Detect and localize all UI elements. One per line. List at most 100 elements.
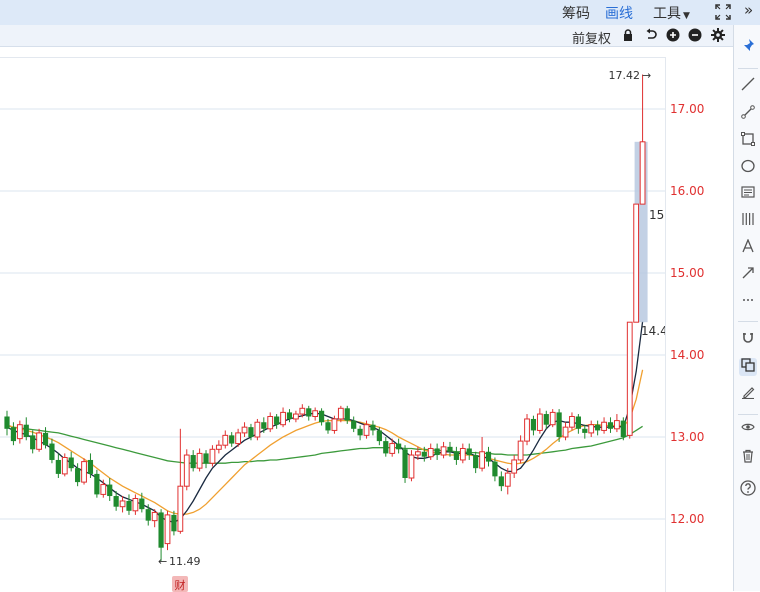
candle[interactable] <box>280 407 286 428</box>
candle[interactable] <box>16 420 23 444</box>
text-box-tool-icon[interactable] <box>739 185 757 203</box>
candle[interactable] <box>177 428 184 534</box>
candle[interactable] <box>440 441 447 459</box>
candle[interactable] <box>261 417 267 433</box>
adjust-mode-button[interactable]: 前复权 <box>572 28 611 47</box>
magnet-icon[interactable] <box>739 331 757 349</box>
candle[interactable] <box>23 417 29 441</box>
candle[interactable] <box>601 417 607 434</box>
candle[interactable] <box>498 471 504 492</box>
pin-icon[interactable] <box>739 38 757 56</box>
candle[interactable] <box>222 430 229 449</box>
arrow-tool-icon[interactable] <box>739 266 757 284</box>
candle[interactable] <box>119 496 126 513</box>
candle[interactable] <box>196 448 203 472</box>
candle[interactable] <box>94 469 100 498</box>
pencil-icon[interactable] <box>739 385 757 403</box>
candle[interactable] <box>396 438 402 454</box>
candle[interactable] <box>145 504 151 526</box>
candle[interactable] <box>402 445 408 483</box>
kline-chart[interactable]: 17.42 → ← 11.49 15.84-16.6 14.40-15.84 财 <box>0 58 665 592</box>
candle[interactable] <box>190 450 196 472</box>
candle[interactable] <box>633 203 640 323</box>
candle[interactable] <box>511 455 518 478</box>
candle[interactable] <box>607 417 614 433</box>
candle[interactable] <box>485 446 492 467</box>
candle[interactable] <box>36 428 43 452</box>
candle[interactable] <box>588 420 595 437</box>
candle[interactable] <box>504 468 511 495</box>
candle[interactable] <box>68 451 74 472</box>
candle[interactable] <box>351 416 357 433</box>
candle[interactable] <box>549 409 556 428</box>
candle[interactable] <box>306 405 312 421</box>
candle[interactable] <box>126 494 132 515</box>
candle[interactable] <box>267 412 274 433</box>
visibility-eye-icon[interactable] <box>739 420 757 438</box>
candle[interactable] <box>10 422 17 446</box>
fibonacci-tool-icon[interactable] <box>739 212 757 230</box>
candle[interactable] <box>229 432 235 447</box>
candle[interactable] <box>241 422 248 437</box>
text-tool-icon[interactable] <box>739 238 757 257</box>
candle[interactable] <box>524 414 530 446</box>
candle[interactable] <box>158 509 164 561</box>
candle[interactable] <box>620 417 626 441</box>
candle[interactable] <box>569 412 575 431</box>
candle[interactable] <box>626 321 633 439</box>
menu-chips[interactable]: 筹码 <box>562 3 590 23</box>
undo-icon[interactable] <box>644 28 658 42</box>
candle[interactable] <box>312 407 319 421</box>
zoom-in-icon[interactable] <box>666 28 680 42</box>
candle[interactable] <box>357 425 363 441</box>
candle[interactable] <box>337 405 344 423</box>
candle[interactable] <box>293 410 299 423</box>
more-tools-icon[interactable] <box>739 291 757 309</box>
segment-tool-icon[interactable] <box>739 105 757 123</box>
zoom-out-icon[interactable] <box>688 28 702 42</box>
candle[interactable] <box>453 446 459 465</box>
menu-tools[interactable]: 工具 ▼ <box>653 3 690 23</box>
candle[interactable] <box>517 435 524 464</box>
candle[interactable] <box>215 440 222 454</box>
fullscreen-icon[interactable] <box>714 3 732 21</box>
candle[interactable] <box>209 445 216 467</box>
candle[interactable] <box>562 422 569 441</box>
candle[interactable] <box>639 74 646 205</box>
candle[interactable] <box>183 449 190 491</box>
candle[interactable] <box>81 458 87 485</box>
candle[interactable] <box>434 443 440 460</box>
lock-icon[interactable] <box>621 28 635 42</box>
double-chevron-right-icon[interactable]: » <box>744 1 753 19</box>
candle[interactable] <box>318 408 325 426</box>
candle[interactable] <box>49 438 55 464</box>
candle[interactable] <box>30 430 36 454</box>
candle[interactable] <box>408 450 415 482</box>
ellipse-tool-icon[interactable] <box>739 159 757 177</box>
candle[interactable] <box>556 409 562 442</box>
line-tool-icon[interactable] <box>739 77 757 95</box>
copy-drawing-icon[interactable] <box>739 358 757 376</box>
candle[interactable] <box>383 437 389 457</box>
candle[interactable] <box>171 510 177 536</box>
candle[interactable] <box>595 420 601 436</box>
settings-gear-icon[interactable] <box>711 28 725 42</box>
kline-chart-area[interactable]: 17.42 → ← 11.49 15.84-16.6 14.40-15.84 财 <box>0 57 666 592</box>
candle[interactable] <box>254 418 261 441</box>
candle[interactable] <box>274 414 280 429</box>
candle[interactable] <box>479 437 485 472</box>
candle[interactable] <box>530 415 537 436</box>
candle[interactable] <box>466 443 472 460</box>
candle[interactable] <box>536 408 543 434</box>
help-icon[interactable] <box>739 480 757 498</box>
candle[interactable] <box>4 410 10 436</box>
candle[interactable] <box>614 414 620 433</box>
candle[interactable] <box>203 450 209 469</box>
rectangle-tool-icon[interactable] <box>739 132 757 150</box>
candle[interactable] <box>55 453 61 478</box>
candle[interactable] <box>107 478 113 501</box>
candle[interactable] <box>370 420 376 436</box>
candle[interactable] <box>164 510 171 551</box>
candle[interactable] <box>132 494 139 515</box>
candle[interactable] <box>575 414 581 434</box>
